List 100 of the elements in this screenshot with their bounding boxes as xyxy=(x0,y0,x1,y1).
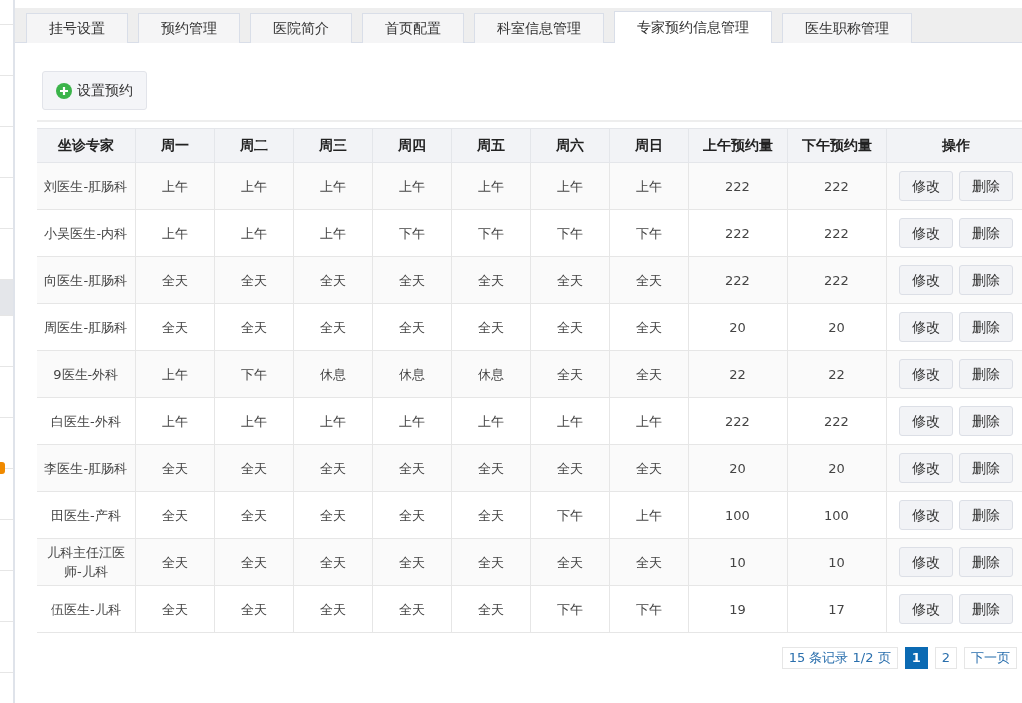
table-cell: 全天 xyxy=(609,303,688,351)
table-cell: 上午 xyxy=(293,397,372,445)
table-cell: 全天 xyxy=(214,538,293,586)
table-cell: 上午 xyxy=(530,162,609,210)
table-cell: 19 xyxy=(688,585,787,633)
table-cell: 222 xyxy=(787,162,886,210)
table-cell: 全天 xyxy=(609,538,688,586)
table-cell: 白医生-外科 xyxy=(37,397,135,445)
table-cell: 222 xyxy=(688,397,787,445)
delete-button[interactable]: 删除 xyxy=(958,594,1013,624)
table-cell: 全天 xyxy=(451,585,530,633)
tab[interactable]: 挂号设置 xyxy=(26,13,128,43)
table-cell: 全天 xyxy=(530,538,609,586)
table-cell: 全天 xyxy=(214,585,293,633)
page-link[interactable]: 2 xyxy=(934,647,957,669)
column-header: 操作 xyxy=(886,128,1022,163)
table-cell: 全天 xyxy=(372,538,451,586)
column-header: 周四 xyxy=(372,128,451,163)
table-cell: 全天 xyxy=(530,256,609,304)
delete-button[interactable]: 删除 xyxy=(958,547,1013,577)
table-cell: 20 xyxy=(688,303,787,351)
table-cell: 上午 xyxy=(135,397,214,445)
table-cell: 222 xyxy=(787,209,886,257)
table-cell: 全天 xyxy=(135,585,214,633)
table-cell: 20 xyxy=(787,444,886,492)
table-cell: 全天 xyxy=(609,256,688,304)
table-cell: 10 xyxy=(787,538,886,586)
table-cell: 上午 xyxy=(135,350,214,398)
table-cell: 下午 xyxy=(530,491,609,539)
tab[interactable]: 专家预约信息管理 xyxy=(614,11,772,43)
table-cell: 上午 xyxy=(214,162,293,210)
page-link[interactable]: 1 xyxy=(904,647,928,669)
table-cell: 上午 xyxy=(293,162,372,210)
tab[interactable]: 医院简介 xyxy=(250,13,352,43)
table-cell: 全天 xyxy=(293,444,372,492)
table-cell: 下午 xyxy=(372,209,451,257)
table-cell: 上午 xyxy=(609,397,688,445)
table-cell: 全天 xyxy=(372,444,451,492)
table-cell: 全天 xyxy=(609,350,688,398)
table-cell: 休息 xyxy=(293,350,372,398)
table-cell: 上午 xyxy=(135,209,214,257)
table-cell: 小吴医生-内科 xyxy=(37,209,135,257)
table-cell: 上午 xyxy=(214,209,293,257)
add-appointment-button[interactable]: 设置预约 xyxy=(42,71,147,110)
badge xyxy=(0,462,5,474)
delete-button[interactable]: 删除 xyxy=(958,218,1013,248)
table-cell: 上午 xyxy=(609,162,688,210)
edit-button[interactable]: 修改 xyxy=(898,594,953,624)
table-cell: 下午 xyxy=(214,350,293,398)
table-cell: 100 xyxy=(787,491,886,539)
table-cell: 下午 xyxy=(609,585,688,633)
table-cell: 全天 xyxy=(135,491,214,539)
edit-button[interactable]: 修改 xyxy=(898,312,953,342)
table-cell: 22 xyxy=(787,350,886,398)
table-cell: 上午 xyxy=(372,397,451,445)
delete-button[interactable]: 删除 xyxy=(958,453,1013,483)
next-page-link[interactable]: 下一页 xyxy=(964,647,1017,669)
delete-button[interactable]: 删除 xyxy=(958,500,1013,530)
column-header: 上午预约量 xyxy=(688,128,787,163)
tab[interactable]: 科室信息管理 xyxy=(474,13,604,43)
table-cell: 222 xyxy=(688,256,787,304)
column-header: 周六 xyxy=(530,128,609,163)
edit-button[interactable]: 修改 xyxy=(898,406,953,436)
edit-button[interactable]: 修改 xyxy=(898,265,953,295)
delete-button[interactable]: 删除 xyxy=(958,171,1013,201)
tab[interactable]: 首页配置 xyxy=(362,13,464,43)
tab[interactable]: 预约管理 xyxy=(138,13,240,43)
table-cell: 休息 xyxy=(372,350,451,398)
edit-button[interactable]: 修改 xyxy=(898,500,953,530)
table-cell: 上午 xyxy=(293,209,372,257)
edit-button[interactable]: 修改 xyxy=(898,453,953,483)
edit-button[interactable]: 修改 xyxy=(898,359,953,389)
table-cell: 20 xyxy=(688,444,787,492)
table-cell: 全天 xyxy=(451,491,530,539)
tab[interactable]: 医生职称管理 xyxy=(782,13,912,43)
delete-button[interactable]: 删除 xyxy=(958,312,1013,342)
column-header: 周二 xyxy=(214,128,293,163)
table-cell: 向医生-肛肠科 xyxy=(37,256,135,304)
table-cell: 20 xyxy=(787,303,886,351)
table-cell: 全天 xyxy=(530,444,609,492)
table-cell: 全天 xyxy=(214,303,293,351)
table-cell: 全天 xyxy=(530,303,609,351)
table-cell: 全天 xyxy=(214,256,293,304)
table-cell: 上午 xyxy=(135,162,214,210)
table-cell: 全天 xyxy=(214,491,293,539)
table-cell: 全天 xyxy=(135,538,214,586)
table-cell: 22 xyxy=(688,350,787,398)
table-cell: 上午 xyxy=(451,397,530,445)
delete-button[interactable]: 删除 xyxy=(958,359,1013,389)
table-cell: 全天 xyxy=(293,491,372,539)
table-cell: 全天 xyxy=(451,256,530,304)
edit-button[interactable]: 修改 xyxy=(898,171,953,201)
delete-button[interactable]: 删除 xyxy=(958,265,1013,295)
edit-button[interactable]: 修改 xyxy=(898,218,953,248)
table-cell: 李医生-肛肠科 xyxy=(37,444,135,492)
delete-button[interactable]: 删除 xyxy=(958,406,1013,436)
edit-button[interactable]: 修改 xyxy=(898,547,953,577)
table-cell: 田医生-产科 xyxy=(37,491,135,539)
table-cell: 休息 xyxy=(451,350,530,398)
table-cell: 全天 xyxy=(372,303,451,351)
